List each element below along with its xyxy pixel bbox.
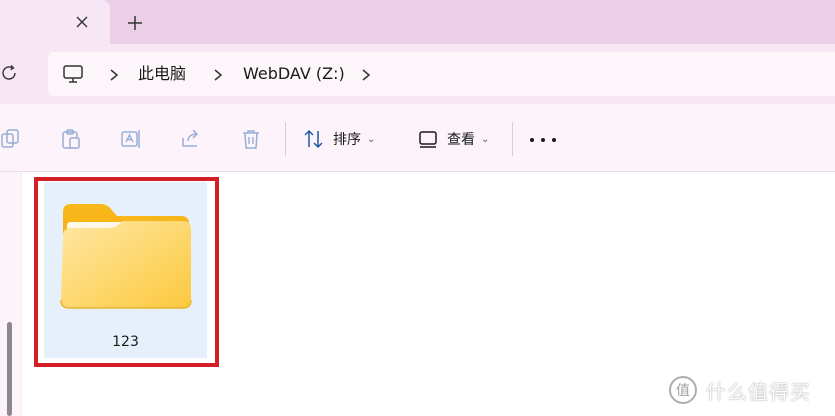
address-bar[interactable]: 此电脑 WebDAV (Z:) — [48, 52, 835, 96]
copy-icon[interactable] — [0, 128, 22, 150]
toolbar-separator — [512, 122, 513, 156]
address-row: 此电脑 WebDAV (Z:) — [0, 44, 835, 104]
delete-icon[interactable] — [240, 128, 262, 150]
sort-icon — [304, 129, 323, 149]
more-options-icon[interactable] — [530, 130, 556, 150]
watermark: 值 什么值得买 — [668, 374, 811, 406]
chevron-down-icon: ⌄ — [367, 133, 376, 145]
command-bar: 排序 ⌄ 查看 ⌄ — [0, 104, 835, 172]
chevron-right-icon[interactable] — [108, 67, 120, 81]
view-label: 查看 — [447, 132, 475, 148]
tab-active[interactable] — [0, 0, 110, 44]
view-icon — [419, 131, 437, 148]
rename-icon[interactable] — [120, 128, 142, 150]
scrollbar-thumb[interactable] — [7, 322, 12, 416]
share-icon[interactable] — [180, 128, 202, 150]
watermark-logo-icon: 值 — [669, 376, 697, 404]
breadcrumb-webdav[interactable]: WebDAV (Z:) — [243, 63, 345, 85]
breadcrumb-this-pc[interactable]: 此电脑 — [138, 63, 186, 85]
close-icon[interactable] — [70, 10, 94, 34]
tab-strip — [0, 0, 835, 48]
chevron-right-icon[interactable] — [212, 67, 224, 81]
sort-label: 排序 — [333, 132, 361, 148]
watermark-text: 什么值得买 — [706, 379, 811, 404]
svg-text:值: 值 — [676, 383, 690, 399]
toolbar-separator — [285, 122, 286, 156]
chevron-down-icon: ⌄ — [481, 133, 490, 145]
refresh-icon[interactable] — [0, 62, 20, 84]
view-button[interactable]: 查看 ⌄ — [417, 126, 489, 152]
navigation-pane — [0, 172, 22, 416]
chevron-right-icon[interactable] — [360, 67, 372, 81]
sort-button[interactable]: 排序 ⌄ — [303, 126, 375, 152]
paste-icon[interactable] — [60, 128, 82, 150]
annotation-highlight-box — [34, 177, 219, 367]
computer-icon[interactable] — [62, 63, 84, 85]
plus-icon[interactable] — [124, 12, 146, 34]
